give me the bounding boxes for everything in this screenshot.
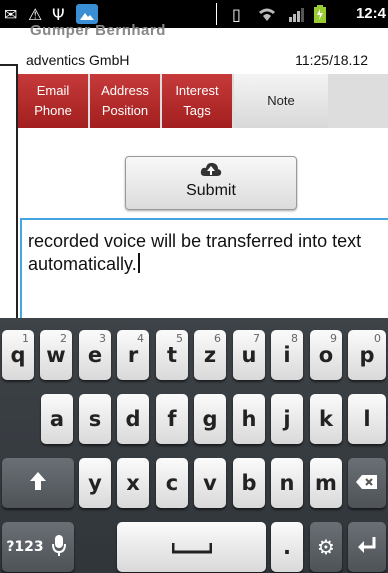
key-s[interactable]: s: [79, 394, 111, 444]
key-t[interactable]: t5: [156, 330, 188, 380]
key-label: t: [166, 343, 178, 367]
enter-icon: [357, 535, 377, 559]
key-label: w: [46, 343, 66, 367]
key-hint: 6: [214, 332, 221, 345]
key-hint: 1: [22, 332, 29, 345]
gallery-icon: [76, 4, 98, 24]
text-cursor: [137, 253, 140, 273]
key-c[interactable]: c: [156, 458, 188, 508]
key-w[interactable]: w2: [40, 330, 72, 380]
note-text: recorded voice will be transferred into …: [28, 231, 362, 274]
key-hint: 2: [60, 332, 67, 345]
key-hint: 9: [330, 332, 337, 345]
key-n[interactable]: n: [271, 458, 303, 508]
company-name: adventics GmbH: [26, 52, 130, 68]
shift-key[interactable]: [2, 458, 74, 508]
key-i[interactable]: i8: [271, 330, 303, 380]
key-label: z: [203, 343, 217, 367]
key-u[interactable]: u7: [233, 330, 265, 380]
key-hint: 4: [137, 332, 144, 345]
space-key[interactable]: [117, 522, 266, 572]
tab-interest-tags[interactable]: Interest Tags: [162, 74, 232, 128]
key-y[interactable]: y: [79, 458, 111, 508]
key-hint: 7: [253, 332, 260, 345]
key-m[interactable]: m: [310, 458, 342, 508]
microphone-icon: [52, 535, 66, 561]
key-hint: 5: [176, 332, 183, 345]
key-label: q: [10, 343, 26, 367]
key-k[interactable]: k: [310, 394, 342, 444]
key-label: u: [241, 343, 257, 367]
tab-note[interactable]: Note: [234, 74, 328, 128]
key-x[interactable]: x: [117, 458, 149, 508]
warning-icon: ⚠: [28, 4, 43, 24]
key-label: i: [283, 343, 291, 367]
contact-header: adventics GmbH 11:25/18.12: [18, 50, 388, 74]
key-label: e: [87, 343, 103, 367]
battery-icon: [314, 4, 326, 24]
soft-keyboard: q1 w2 e3 r4 t5 z6 u7 i8 o9 p0 a s d f g …: [0, 318, 388, 573]
timestamp: 11:25/18.12: [295, 52, 368, 68]
submit-label: Submit: [186, 182, 236, 199]
key-p[interactable]: p0: [348, 330, 386, 380]
cloud-upload-icon: [200, 160, 222, 180]
key-hint: 8: [291, 332, 298, 345]
backspace-icon: [356, 471, 378, 495]
symbols-key-label: ?123: [6, 539, 44, 555]
key-label: r: [127, 343, 139, 367]
key-j[interactable]: j: [271, 394, 303, 444]
period-key[interactable]: .: [271, 522, 303, 572]
status-separator: [216, 3, 217, 25]
note-textarea[interactable]: recorded voice will be transferred into …: [20, 218, 388, 328]
tab-bar: Email Phone Address Position Interest Ta…: [18, 74, 388, 128]
tab-address-position[interactable]: Address Position: [90, 74, 160, 128]
ghost-title: Gumper Bernhard: [30, 22, 166, 39]
key-r[interactable]: r4: [117, 330, 149, 380]
key-o[interactable]: o9: [310, 330, 342, 380]
key-f[interactable]: f: [156, 394, 188, 444]
wifi-icon: [258, 4, 276, 24]
key-v[interactable]: v: [194, 458, 226, 508]
key-b[interactable]: b: [233, 458, 265, 508]
key-hint: 3: [99, 332, 106, 345]
gear-icon: ⚙: [317, 535, 335, 559]
tab-email-phone[interactable]: Email Phone: [18, 74, 88, 128]
shift-arrow-icon: [29, 471, 47, 496]
symbols-key[interactable]: ?123: [2, 522, 74, 572]
space-bar-icon: [171, 535, 212, 559]
key-d[interactable]: d: [117, 394, 149, 444]
key-h[interactable]: h: [233, 394, 265, 444]
vibrate-icon: ▯: [232, 4, 241, 24]
key-label: p: [359, 343, 375, 367]
enter-key[interactable]: [348, 522, 386, 572]
mail-icon: ✉: [4, 4, 18, 24]
key-a[interactable]: a: [41, 394, 73, 444]
key-z[interactable]: z6: [194, 330, 226, 380]
backspace-key[interactable]: [348, 458, 386, 508]
key-g[interactable]: g: [194, 394, 226, 444]
key-label: o: [318, 343, 334, 367]
key-e[interactable]: e3: [79, 330, 111, 380]
key-hint: 0: [374, 332, 381, 345]
settings-key[interactable]: ⚙: [310, 522, 342, 572]
clock: 12:4: [355, 5, 386, 22]
signal-icon: [288, 4, 304, 24]
key-l[interactable]: l: [348, 394, 386, 444]
submit-button[interactable]: Submit: [125, 156, 297, 210]
key-q[interactable]: q1: [2, 330, 34, 380]
app-screen: ✉ ⚠ Ψ ▯ 12:4 Gumper Bernhard adventics G…: [0, 0, 388, 573]
usb-icon: Ψ: [52, 4, 65, 24]
